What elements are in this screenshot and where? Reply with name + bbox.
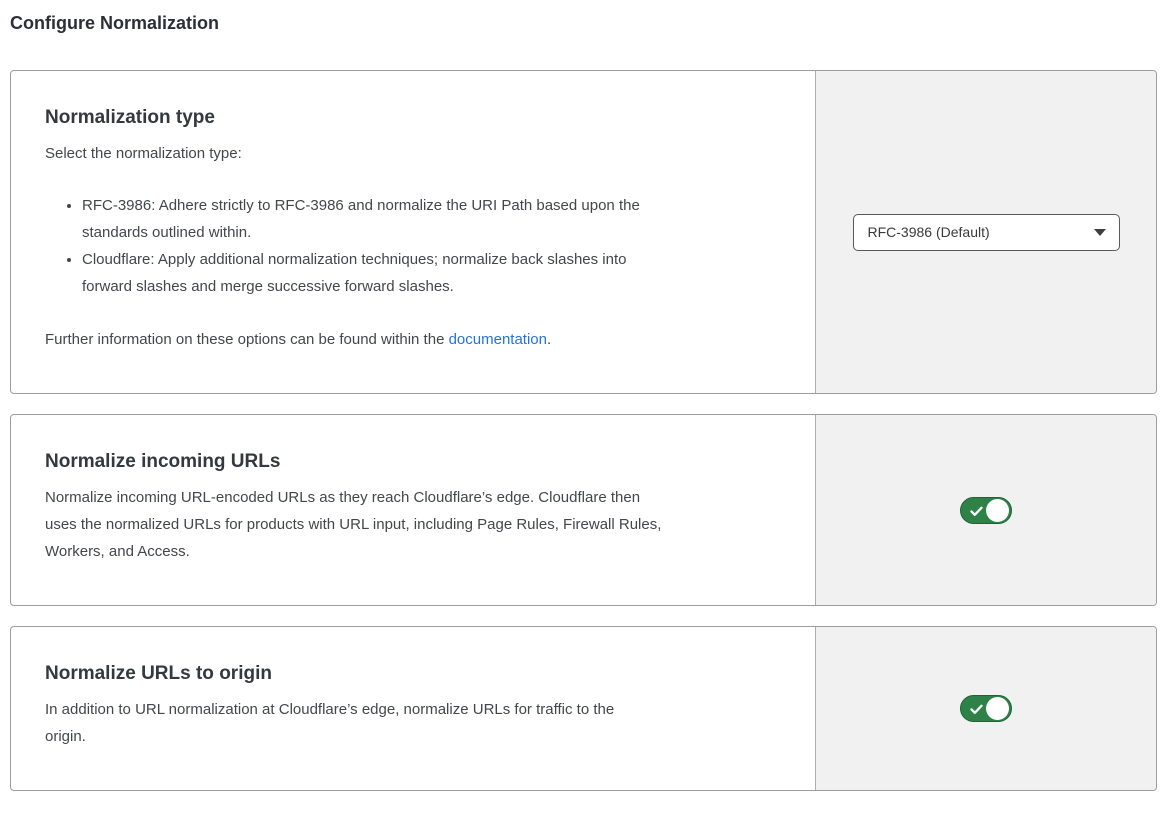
list-item-rfc3986: RFC-3986: Adhere strictly to RFC-3986 an… bbox=[82, 192, 785, 246]
footer-note: Further information on these options can… bbox=[45, 326, 785, 353]
toggle-knob bbox=[986, 499, 1009, 522]
card-normalization-type-content: Normalization type Select the normalizat… bbox=[11, 71, 815, 393]
card-heading: Normalize incoming URLs bbox=[45, 448, 785, 475]
toggle-knob bbox=[986, 697, 1009, 720]
card-normalize-incoming-urls-content: Normalize incoming URLs Normalize incomi… bbox=[11, 415, 815, 605]
card-description: Normalize incoming URL-encoded URLs as t… bbox=[45, 484, 785, 565]
footer-note-text: Further information on these options can… bbox=[45, 331, 449, 348]
normalization-type-select[interactable]: RFC-3986 (Default) bbox=[853, 214, 1120, 251]
footer-note-suffix: . bbox=[547, 331, 551, 348]
documentation-link[interactable]: documentation bbox=[449, 331, 547, 348]
page-title: Configure Normalization bbox=[10, 12, 1157, 34]
card-heading: Normalization type bbox=[45, 104, 785, 131]
card-normalization-type: Normalization type Select the normalizat… bbox=[10, 70, 1157, 394]
normalize-urls-to-origin-toggle[interactable] bbox=[960, 695, 1012, 722]
card-normalize-incoming-urls: Normalize incoming URLs Normalize incomi… bbox=[10, 414, 1157, 606]
select-selected-value: RFC-3986 (Default) bbox=[868, 224, 1094, 240]
list-item-cloudflare: Cloudflare: Apply additional normalizati… bbox=[82, 246, 785, 300]
check-icon bbox=[970, 506, 983, 517]
card-normalize-urls-to-origin-control-panel bbox=[815, 627, 1156, 790]
card-normalization-type-control-panel: RFC-3986 (Default) bbox=[815, 71, 1156, 393]
card-intro: Select the normalization type: bbox=[45, 140, 785, 167]
check-icon bbox=[970, 704, 983, 715]
card-normalize-urls-to-origin: Normalize URLs to origin In addition to … bbox=[10, 626, 1157, 791]
normalize-incoming-urls-toggle[interactable] bbox=[960, 497, 1012, 524]
chevron-down-icon bbox=[1094, 229, 1106, 236]
normalization-options-list: RFC-3986: Adhere strictly to RFC-3986 an… bbox=[45, 192, 785, 300]
configure-normalization-page: Configure Normalization Normalization ty… bbox=[0, 0, 1167, 823]
card-heading: Normalize URLs to origin bbox=[45, 660, 785, 687]
card-normalize-incoming-urls-control-panel bbox=[815, 415, 1156, 605]
card-description: In addition to URL normalization at Clou… bbox=[45, 696, 785, 750]
card-normalize-urls-to-origin-content: Normalize URLs to origin In addition to … bbox=[11, 627, 815, 790]
